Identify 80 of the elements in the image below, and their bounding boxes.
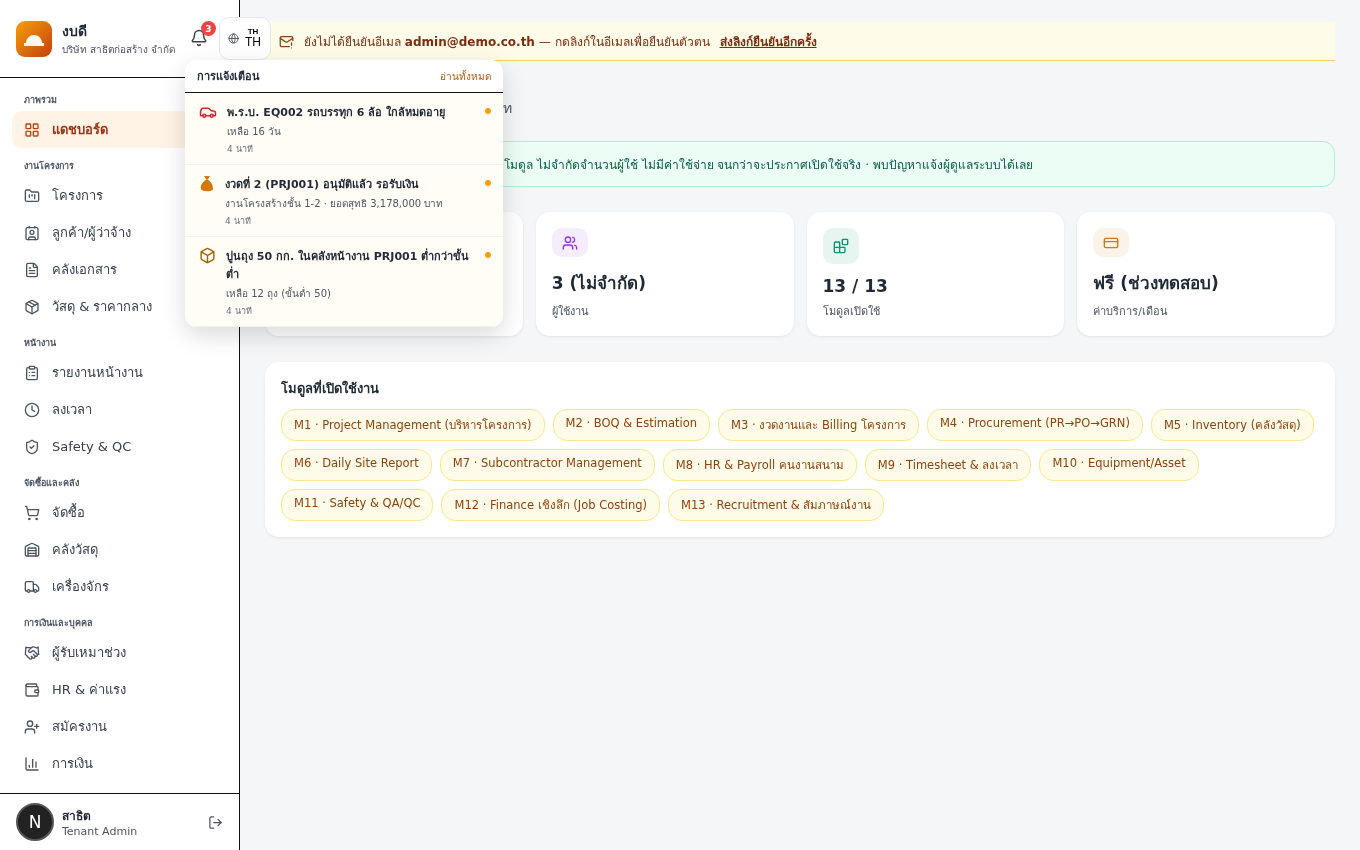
stat-label: โมดูลเปิดใช้ — [822, 304, 880, 320]
mail-warning-icon — [279, 33, 294, 49]
module-tag: M5 · Inventory (คลังวัสดุ) — [1150, 409, 1314, 441]
modules-title: โมดูลที่เปิดใช้งาน — [281, 378, 380, 399]
nav-item[interactable]: สมัครงาน — [12, 708, 227, 745]
stat-value: ฟรี (ช่วงทดสอบ) — [1093, 272, 1219, 295]
notification-title: ปูนถุง 50 กก. ในคลังหน้างาน PRJ001 ต่ำกว่าขั้นต่ำ — [226, 247, 471, 283]
notification-title: งวดที่ 2 (PRJ001) อนุมัติแล้ว รอรับเงิน — [225, 175, 420, 193]
stat-value: 3 (ไม่จำกัด) — [551, 272, 647, 295]
id-badge-icon — [24, 224, 40, 241]
module-tag: M9 · Timesheet & ลงเวลา — [864, 449, 1032, 481]
nav-item[interactable]: ผู้รับเหมาช่วง — [12, 634, 227, 671]
folder-icon — [24, 187, 40, 204]
brand-name: งบดี — [62, 22, 88, 41]
module-tag: M11 · Safety & QA/QC — [281, 489, 434, 521]
language-button[interactable]: TH TH — [219, 17, 271, 60]
hard-hat-logo — [16, 20, 52, 57]
notification-item[interactable]: พ.ร.บ. EQ002 รถบรรทุก 6 ล้อ ใกล้หมดอายุ เหลือ 16 วัน 4 นาที — [185, 93, 503, 165]
mark-all-read-link[interactable]: อ่านทั้งหมด — [440, 68, 491, 84]
notification-item[interactable]: ปูนถุง 50 กก. ในคลังหน้างาน PRJ001 ต่ำกว่าขั้นต่ำ เหลือ 12 ถุง (ขั้นต่ำ 50) 4 นาที — [185, 237, 503, 327]
module-tag: M13 · Recruitment & สัมภาษณ์งาน — [668, 489, 885, 521]
notification-title: พ.ร.บ. EQ002 รถบรรทุก 6 ล้อ ใกล้หมดอายุ — [227, 104, 447, 121]
avatar[interactable]: N — [16, 803, 54, 841]
nav-item[interactable]: การเงิน — [12, 745, 227, 782]
warehouse-icon — [24, 541, 40, 558]
clock-icon — [24, 401, 40, 418]
nav-item[interactable]: คลังวัสดุ — [12, 531, 227, 568]
stat-label: ค่าบริการ/เดือน — [1093, 304, 1168, 320]
company-name: บริษัท สาธิตก่อสร้าง จำกัด — [62, 43, 176, 57]
globe-icon — [228, 33, 239, 44]
nav-item[interactable]: จัดซื้อ — [12, 494, 227, 531]
notification-detail: เหลือ 16 วัน — [227, 125, 283, 139]
module-tag: M8 · HR & Payroll คนงานสนาม — [662, 449, 857, 481]
module-tag: M4 · Procurement (PR→PO→GRN) — [926, 409, 1143, 441]
banner-text: ยังไม่ได้ยืนยันอีเมล admin@demo.co.th — กดลิงก์ในอีเมลเพื่อยืนยันตัวตน — [304, 32, 710, 51]
nav-item[interactable]: ลงเวลา — [12, 391, 227, 428]
cube-icon — [24, 298, 40, 315]
module-tag: M12 · Finance เชิงลึก (Job Costing) — [441, 489, 660, 521]
nav-section-title: จัดซื้อและคลัง — [23, 475, 80, 490]
nav-item[interactable]: รายงานหน้างาน — [12, 354, 227, 391]
module-tag: M6 · Daily Site Report — [281, 449, 432, 481]
notification-time: 4 นาที — [227, 143, 254, 156]
bar-chart-icon — [24, 755, 40, 772]
cart-icon — [24, 504, 40, 521]
shield-icon — [24, 438, 40, 455]
grid-icon — [24, 121, 40, 138]
user-role: Tenant Admin — [62, 825, 138, 838]
notification-detail: เหลือ 12 ถุง (ขั้นต่ำ 50) — [226, 286, 332, 301]
panel-title: การแจ้งเตือน — [197, 69, 260, 85]
stat-label: ผู้ใช้งาน — [551, 304, 589, 320]
module-tag: M2 · BOQ & Estimation — [552, 409, 711, 441]
resend-link[interactable]: ส่งลิงก์ยืนยันอีกครั้ง — [719, 31, 817, 51]
nav-section-title: หน้างาน — [23, 337, 57, 350]
module-tag: M3 · งวดงานและ Billing โครงการ — [718, 409, 919, 441]
truck-icon — [24, 578, 40, 595]
nav-section-title: งานโครงการ — [23, 160, 75, 173]
handshake-icon — [24, 644, 40, 661]
nav-section-title: การเงินและบุคคล — [23, 617, 94, 631]
user-plus-icon — [24, 718, 40, 735]
notification-item[interactable]: งวดที่ 2 (PRJ001) อนุมัติแล้ว รอรับเงิน งานโครงสร้างชั้น 1-2 · ยอดสุทธิ 3,178,000 บาท 4 นาที — [185, 165, 503, 237]
wallet-icon — [24, 681, 40, 698]
logout-icon[interactable] — [208, 814, 223, 830]
nav-item[interactable]: HR & ค่าแรง — [12, 671, 227, 708]
notification-detail: งานโครงสร้างชั้น 1-2 · ยอดสุทธิ 3,178,000 บาท — [225, 196, 445, 211]
nav-item[interactable]: Safety & QC — [12, 428, 227, 465]
module-tag: M10 · Equipment/Asset — [1039, 449, 1199, 481]
package-icon — [199, 247, 216, 264]
page-title: ท — [503, 99, 512, 118]
nav-item[interactable]: เครื่องจักร — [12, 568, 227, 605]
module-tag: M1 · Project Management (บริหารโครงการ) — [281, 409, 545, 441]
stat-value: 13 / 13 — [822, 276, 888, 296]
nav-section-title: ภาพรวม — [23, 94, 58, 107]
notification-time: 4 นาที — [226, 305, 253, 318]
money-bag-icon — [199, 175, 215, 193]
user-name: สาธิต — [62, 808, 92, 825]
notification-time: 4 นาที — [225, 215, 252, 228]
module-tag: M7 · Subcontractor Management — [439, 449, 655, 481]
trial-text: โมดูล ไม่จำกัดจำนวนผู้ใช้ ไม่มีค่าใช้จ่าย จนกว่าจะประกาศเปิดใช้จริง · พบปัญหาแจ้งผู้ดูแลระบบได้เลย — [504, 156, 1033, 174]
clipboard-icon — [24, 364, 40, 381]
document-icon — [24, 261, 40, 278]
